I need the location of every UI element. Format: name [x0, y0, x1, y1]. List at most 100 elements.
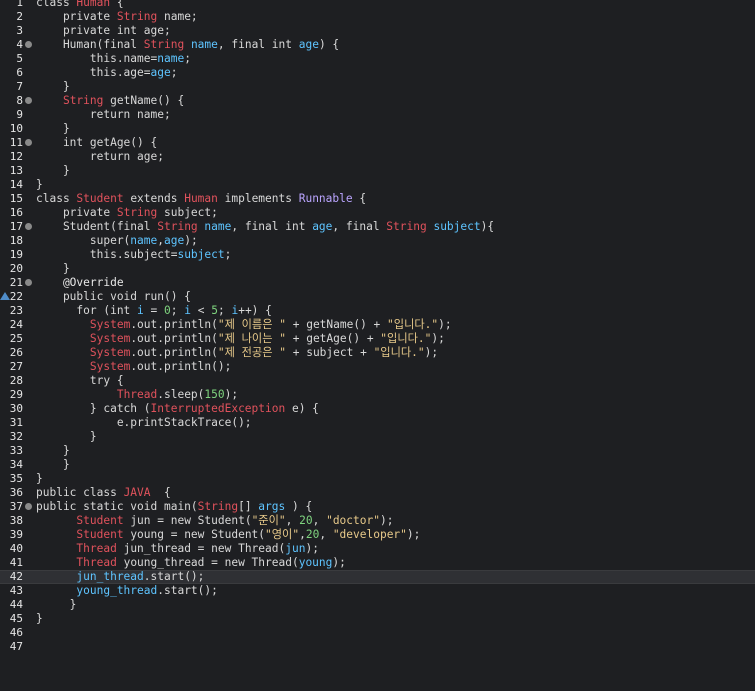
code-token: Thread — [76, 556, 117, 569]
code-line[interactable]: 21 @Override — [0, 276, 755, 290]
code-line[interactable]: 5 this.name=name; — [0, 52, 755, 66]
code-line[interactable]: 29 Thread.sleep(150); — [0, 388, 755, 402]
code-line[interactable]: 33 } — [0, 444, 755, 458]
code-line[interactable]: 25 System.out.println("제 나이는 " + getAge(… — [0, 332, 755, 346]
line-number: 27 — [9, 360, 23, 373]
code-editor[interactable]: 1 class Human {2 private String name; 3 pr… — [0, 0, 755, 691]
current-code-line[interactable]: 42 jun_thread.start(); — [0, 570, 755, 584]
code-text: private String name; — [36, 10, 198, 24]
code-token: "준이" — [251, 514, 286, 527]
fold-toggle-icon[interactable] — [25, 279, 32, 286]
code-line[interactable]: 13 } — [0, 164, 755, 178]
code-line[interactable]: 44 } — [0, 598, 755, 612]
override-marker-icon[interactable] — [0, 292, 10, 300]
fold-toggle-icon[interactable] — [25, 97, 32, 104]
code-token: ); — [224, 388, 239, 401]
code-token: , — [285, 514, 300, 527]
code-token: private — [36, 206, 117, 219]
code-token: Runnable — [298, 192, 353, 205]
code-token: 0 — [164, 304, 171, 317]
code-line[interactable]: 1 class Human { — [0, 0, 755, 10]
code-line[interactable]: 35} — [0, 472, 755, 486]
code-text: System.out.println("제 이름은 " + getName() … — [36, 318, 452, 332]
code-line[interactable]: 22 public void run() { — [0, 290, 755, 304]
code-text: class Human { — [36, 0, 124, 10]
code-line[interactable]: 40 Thread jun_thread = new Thread(jun); — [0, 542, 755, 556]
code-line[interactable]: 41 Thread young_thread = new Thread(youn… — [0, 556, 755, 570]
code-line[interactable]: 20 } — [0, 262, 755, 276]
code-token: public class — [36, 486, 124, 499]
code-token: ); — [379, 514, 394, 527]
code-line[interactable]: 12 return age; — [0, 150, 755, 164]
line-number: 9 — [16, 108, 23, 121]
code-token: "입니다." — [387, 318, 439, 331]
code-line[interactable]: 18 super(name,age); — [0, 234, 755, 248]
line-number: 30 — [9, 402, 23, 415]
line-number: 16 — [9, 206, 23, 219]
code-line[interactable]: 10 } — [0, 122, 755, 136]
line-number: 34 — [9, 458, 23, 471]
code-line[interactable]: 24 System.out.println("제 이름은 " + getName… — [0, 318, 755, 332]
code-line[interactable]: 19 this.subject=subject; — [0, 248, 755, 262]
code-token: ); — [406, 528, 421, 541]
code-line[interactable]: 31 e.printStackTrace(); — [0, 416, 755, 430]
code-line[interactable]: 14} — [0, 178, 755, 192]
code-line[interactable]: 32 } — [0, 430, 755, 444]
code-token: subject; — [157, 206, 218, 219]
code-line[interactable]: 43 young_thread.start(); — [0, 584, 755, 598]
code-line[interactable]: 8 String getName() { — [0, 94, 755, 108]
code-line[interactable]: 4 Human(final String name, final int age… — [0, 38, 755, 52]
code-line[interactable]: 17 Student(final String name, final int … — [0, 220, 755, 234]
line-number: 29 — [9, 388, 23, 401]
code-token: System — [89, 360, 131, 373]
code-line[interactable]: 47 — [0, 640, 755, 654]
line-number: 4 — [16, 38, 23, 51]
code-line[interactable]: 11 int getAge() { — [0, 136, 755, 150]
code-token: ; — [224, 248, 232, 261]
code-token: "제 나이는 " — [217, 332, 286, 345]
code-token: ) { — [285, 500, 313, 513]
code-line[interactable]: 37 public static void main(String[] args … — [0, 500, 755, 514]
code-text: this.name=name; — [36, 52, 191, 66]
fold-toggle-icon[interactable] — [25, 41, 32, 48]
fold-toggle-icon[interactable] — [25, 223, 32, 230]
code-token: + getName() + — [286, 318, 388, 331]
fold-toggle-icon[interactable] — [25, 503, 32, 510]
code-line[interactable]: 6 this.age=age; — [0, 66, 755, 80]
line-number: 3 — [16, 24, 23, 37]
code-line[interactable]: 28 try { — [0, 374, 755, 388]
code-token: .out.println( — [130, 318, 218, 331]
code-line[interactable]: 23 for (int i = 0; i < 5; i++) { — [0, 304, 755, 318]
code-token: Student(final — [36, 220, 158, 233]
code-line[interactable]: 3 private int age; — [0, 24, 755, 38]
code-line[interactable]: 15 class Student extends Human implements… — [0, 192, 755, 206]
code-line[interactable]: 36 public class JAVA { — [0, 486, 755, 500]
code-line[interactable]: 26 System.out.println("제 전공은 " + subject… — [0, 346, 755, 360]
code-token: .start(); — [143, 570, 205, 583]
code-token: .sleep( — [157, 388, 205, 401]
code-line[interactable]: 38 Student jun = new Student("준이", 20, "… — [0, 514, 755, 528]
line-number: 36 — [9, 486, 23, 499]
code-line[interactable]: 34 } — [0, 458, 755, 472]
code-token: name; — [157, 10, 198, 23]
code-token: } — [36, 262, 70, 275]
code-line[interactable]: 45} — [0, 612, 755, 626]
code-token: + getAge() + — [286, 332, 381, 345]
code-text: } — [36, 262, 70, 276]
code-token: young — [298, 556, 333, 569]
code-line[interactable]: 16 private String subject; — [0, 206, 755, 220]
code-token: jun = new Student( — [123, 514, 252, 527]
code-line[interactable]: 7 } — [0, 80, 755, 94]
code-line[interactable]: 9 return name; — [0, 108, 755, 122]
code-line[interactable]: 2 private String name; — [0, 10, 755, 24]
code-line[interactable]: 46 — [0, 626, 755, 640]
code-line[interactable]: 27 System.out.println(); — [0, 360, 755, 374]
code-token: for (int — [36, 304, 138, 317]
code-line[interactable]: 39 Student young = new Student("영이",20, … — [0, 528, 755, 542]
fold-toggle-icon[interactable] — [25, 139, 32, 146]
code-line[interactable]: 30 } catch (InterruptedException e) { — [0, 402, 755, 416]
code-token: String — [116, 10, 158, 23]
code-text: public static void main(String[] args ) … — [36, 500, 312, 514]
